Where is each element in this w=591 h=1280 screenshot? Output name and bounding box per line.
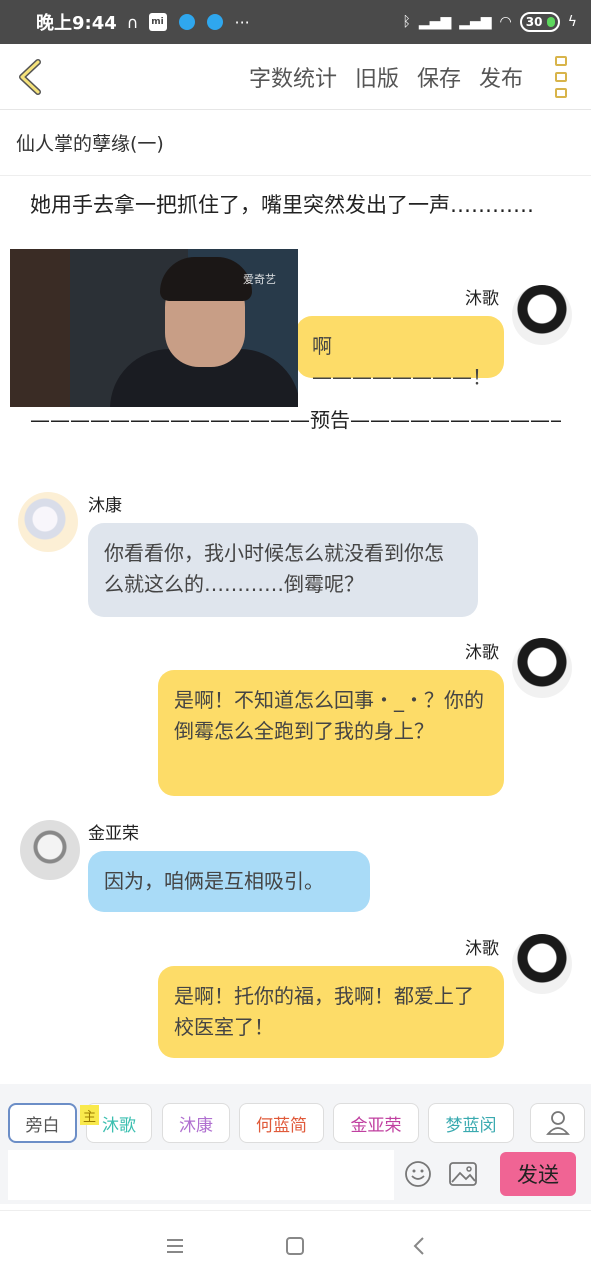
more-menu-button[interactable] <box>541 47 581 107</box>
preview-divider[interactable]: ——————————————预告—————————————— <box>30 404 561 433</box>
back-arrow-icon <box>19 58 41 95</box>
signal-icon: ▂▄▆ <box>418 14 452 30</box>
speaker-name: 沐康 <box>88 496 122 516</box>
avatar-muge[interactable] <box>512 934 572 994</box>
home-square-icon <box>286 1237 304 1255</box>
host-tag: 主 <box>80 1105 99 1125</box>
message-bubble[interactable]: 因为，咱俩是互相吸引。 <box>88 851 370 912</box>
more-dot-icon <box>555 55 567 66</box>
battery-indicator: 30 <box>519 12 560 32</box>
avatar-jinyarong[interactable] <box>20 820 80 880</box>
status-bar: 晚上9:44 ∩ mi ··· ᛒ ▂▄▆ ▂▄▆ ◠ 30 ϟ <box>0 0 591 44</box>
more-dot-icon <box>555 71 567 82</box>
role-manage-button[interactable] <box>530 1103 585 1143</box>
speaker-name: 沐歌 <box>465 643 499 663</box>
role-chip-jinyarong[interactable]: 金亚荣 <box>333 1103 419 1143</box>
message-bubble[interactable]: 啊————————！ <box>296 316 504 389</box>
narration-text[interactable]: 她用手去拿一把抓住了，嘴里突然发出了一声………… <box>30 190 570 220</box>
back-button[interactable] <box>0 44 62 110</box>
save-button[interactable]: 保存 <box>417 61 461 93</box>
more-notifications-icon: ··· <box>234 12 250 32</box>
person-icon <box>545 1111 570 1135</box>
publish-button[interactable]: 发布 <box>479 61 523 93</box>
mi-app-icon: mi <box>148 13 167 31</box>
send-button[interactable]: 发送 <box>500 1152 576 1196</box>
menu-icon <box>167 1239 183 1253</box>
video-watermark: 爱奇艺 <box>243 273 276 286</box>
app-notification-icon-2 <box>206 14 223 30</box>
more-dot-icon <box>555 87 567 98</box>
message-bubble[interactable]: 是啊！托你的福，我啊！都爱上了校医室了！ <box>158 966 504 1058</box>
system-nav-bar <box>0 1210 591 1280</box>
menu-nav-button[interactable] <box>160 1231 190 1261</box>
story-title[interactable]: 仙人掌的孽缘(一) <box>0 110 591 176</box>
speaker-name: 沐歌 <box>465 939 499 959</box>
bluetooth-icon: ᛒ <box>402 14 411 30</box>
back-nav-button[interactable] <box>404 1231 434 1261</box>
app-notification-icon <box>178 14 195 30</box>
word-count-button[interactable]: 字数统计 <box>249 61 337 93</box>
role-chip-helanjian[interactable]: 何蓝简 <box>239 1103 324 1143</box>
message-bubble[interactable]: 你看看你，我小时候怎么就没看到你怎么就这么的…………倒霉呢？ <box>88 523 478 617</box>
home-nav-button[interactable] <box>280 1231 310 1261</box>
back-chevron-icon <box>413 1237 424 1255</box>
wifi-icon: ◠ <box>499 14 512 30</box>
message-bubble[interactable]: 是啊！不知道怎么回事・_・？你的倒霉怎么全跑到了我的身上？ <box>158 670 504 796</box>
speaker-name: 沐歌 <box>465 289 499 309</box>
old-version-button[interactable]: 旧版 <box>355 61 399 93</box>
signal-icon-2: ▂▄▆ <box>459 14 492 30</box>
message-input[interactable] <box>8 1150 394 1200</box>
avatar-mukang[interactable] <box>18 492 78 552</box>
avatar-muge[interactable] <box>512 285 572 345</box>
role-chip-menglanmin[interactable]: 梦蓝闵 <box>428 1103 514 1143</box>
role-chip-mukang[interactable]: 沐康 <box>162 1103 230 1143</box>
charging-icon: ϟ <box>567 14 577 30</box>
avatar-muge[interactable] <box>512 638 572 698</box>
emoji-icon[interactable] <box>404 1160 432 1188</box>
role-chip-narration[interactable]: 旁白 <box>8 1103 77 1143</box>
speaker-name: 金亚荣 <box>88 824 139 844</box>
headphones-icon: ∩ <box>126 12 139 32</box>
status-time: 晚上9:44 <box>36 13 117 34</box>
video-thumbnail[interactable]: 爱奇艺 <box>10 249 298 407</box>
image-icon[interactable] <box>448 1160 478 1188</box>
editor-toolbar: 字数统计 旧版 保存 发布 <box>0 44 591 110</box>
